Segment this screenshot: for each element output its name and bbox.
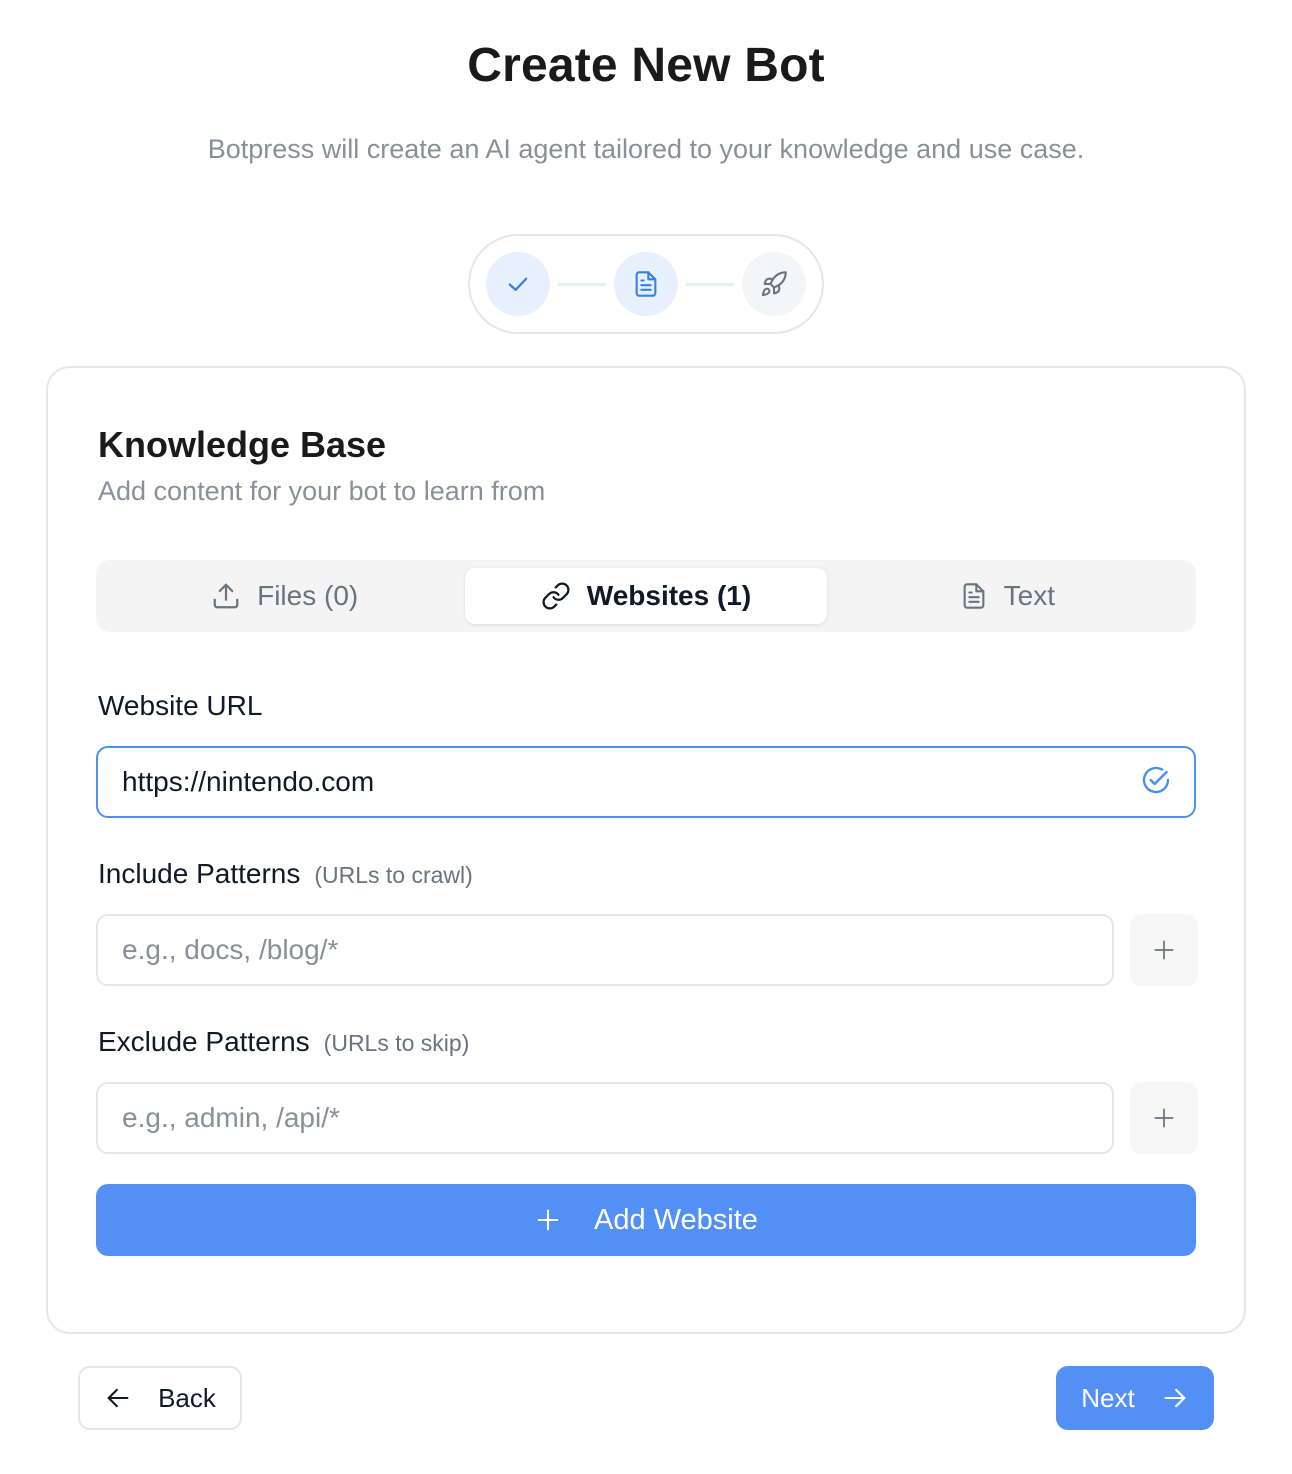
card-subtitle: Add content for your bot to learn from — [98, 476, 546, 506]
exclude-patterns-label-text: Exclude Patterns — [98, 1026, 310, 1057]
document-icon — [635, 271, 657, 297]
back-button[interactable]: Back — [78, 1366, 242, 1430]
include-patterns-label: Include Patterns (URLs to crawl) — [98, 858, 473, 890]
plus-icon — [1154, 1108, 1174, 1128]
card-title: Knowledge Base — [98, 424, 387, 465]
tab-websites[interactable]: Websites (1) — [465, 568, 827, 624]
upload-icon — [211, 581, 241, 611]
plus-icon — [537, 1209, 559, 1231]
source-tabs: Files (0) Websites (1) Text — [96, 560, 1196, 632]
step-current — [614, 252, 678, 316]
page-title: Create New Bot — [467, 39, 825, 92]
arrow-right-icon — [1164, 1388, 1186, 1408]
tab-websites-label: Websites (1) — [586, 580, 752, 611]
back-label: Back — [158, 1382, 216, 1413]
next-button[interactable]: Next — [1056, 1366, 1214, 1430]
tab-text[interactable]: Text — [827, 568, 1188, 624]
website-url-label-text: Website URL — [98, 690, 263, 721]
progress-stepper — [468, 234, 824, 334]
knowledge-base-card: Knowledge Base Add content for your bot … — [46, 366, 1246, 1334]
check-icon — [508, 277, 528, 291]
rocket-icon — [761, 271, 787, 297]
arrow-left-icon — [107, 1388, 129, 1408]
step-connector — [558, 282, 606, 286]
plus-icon — [1154, 940, 1174, 960]
step-connector — [686, 282, 734, 286]
tab-files[interactable]: Files (0) — [104, 568, 465, 624]
step-pending — [742, 252, 806, 316]
tab-text-label: Text — [1003, 580, 1055, 611]
page-subtitle: Botpress will create an AI agent tailore… — [207, 134, 1085, 164]
next-label: Next — [1081, 1382, 1135, 1413]
document-icon — [960, 582, 988, 610]
tab-files-label: Files (0) — [257, 580, 359, 611]
link-icon — [541, 581, 571, 611]
website-url-input[interactable] — [96, 746, 1196, 818]
add-exclude-pattern-button[interactable] — [1130, 1082, 1198, 1154]
include-pattern-input[interactable] — [96, 914, 1114, 986]
add-website-button[interactable]: Add Website — [96, 1184, 1196, 1256]
website-url-label: Website URL — [98, 690, 262, 722]
exclude-patterns-hint: (URLs to skip) — [323, 1030, 470, 1056]
add-website-label: Add Website — [594, 1203, 758, 1236]
step-completed — [486, 252, 550, 316]
check-circle-icon — [1140, 764, 1172, 801]
exclude-pattern-input[interactable] — [96, 1082, 1114, 1154]
exclude-patterns-label: Exclude Patterns (URLs to skip) — [98, 1026, 469, 1058]
include-patterns-hint: (URLs to crawl) — [314, 862, 473, 888]
add-include-pattern-button[interactable] — [1130, 914, 1198, 986]
include-patterns-label-text: Include Patterns — [98, 858, 301, 889]
